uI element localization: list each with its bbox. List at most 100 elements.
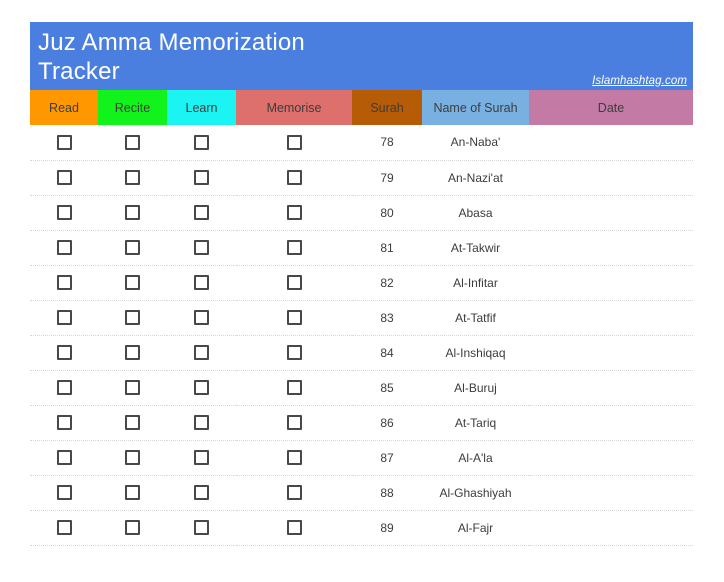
cell-surah: 88: [352, 475, 422, 511]
cell-date[interactable]: [529, 195, 693, 231]
cell-date[interactable]: [529, 230, 693, 266]
memorise-checkbox[interactable]: [286, 170, 302, 186]
learn-checkbox[interactable]: [194, 485, 209, 501]
memorise-checkbox[interactable]: [286, 520, 302, 536]
read-checkbox[interactable]: [56, 380, 72, 396]
cell-read: [30, 440, 98, 476]
memorise-checkbox[interactable]: [286, 380, 302, 396]
cell-name: Al-Infitar: [422, 265, 529, 301]
recite-checkbox[interactable]: [125, 485, 140, 501]
cell-learn: [167, 440, 236, 476]
learn-checkbox[interactable]: [194, 450, 209, 466]
column-header-name[interactable]: Name of Surah: [422, 90, 529, 125]
cell-surah: 79: [352, 160, 422, 196]
recite-checkbox[interactable]: [125, 134, 140, 150]
read-checkbox[interactable]: [56, 205, 72, 221]
cell-date[interactable]: [529, 160, 693, 196]
read-checkbox[interactable]: [56, 345, 72, 361]
read-checkbox[interactable]: [56, 485, 72, 501]
memorise-checkbox[interactable]: [286, 134, 302, 150]
learn-checkbox[interactable]: [194, 520, 209, 536]
table-row: 88 Al-Ghashiyah: [30, 475, 693, 511]
cell-date[interactable]: [529, 300, 693, 336]
cell-learn: [167, 125, 236, 161]
read-checkbox[interactable]: [56, 310, 72, 326]
cell-memorise: [236, 230, 352, 266]
cell-read: [30, 125, 98, 161]
memorise-checkbox[interactable]: [286, 310, 302, 326]
cell-surah: 83: [352, 300, 422, 336]
cell-date[interactable]: [529, 510, 693, 546]
cell-recite: [98, 265, 167, 301]
column-header-surah[interactable]: Surah: [352, 90, 422, 125]
read-checkbox[interactable]: [56, 240, 72, 256]
learn-checkbox[interactable]: [194, 240, 209, 256]
learn-checkbox[interactable]: [194, 275, 209, 291]
learn-checkbox[interactable]: [194, 415, 209, 431]
watermark-link[interactable]: Islamhashtag.com: [592, 75, 687, 87]
learn-checkbox[interactable]: [194, 170, 209, 186]
cell-learn: [167, 405, 236, 441]
recite-checkbox[interactable]: [125, 450, 140, 466]
cell-learn: [167, 475, 236, 511]
read-checkbox[interactable]: [56, 415, 72, 431]
cell-date[interactable]: [529, 335, 693, 371]
cell-date[interactable]: [529, 440, 693, 476]
column-header-read[interactable]: Read: [30, 90, 98, 125]
cell-name: Al-A'la: [422, 440, 529, 476]
learn-checkbox[interactable]: [194, 345, 209, 361]
learn-checkbox[interactable]: [194, 310, 209, 326]
column-header-memorise[interactable]: Memorise: [236, 90, 352, 125]
cell-learn: [167, 335, 236, 371]
cell-read: [30, 335, 98, 371]
table-row: 83 At-Tatfif: [30, 300, 693, 336]
table-row: 87 Al-A'la: [30, 440, 693, 476]
recite-checkbox[interactable]: [125, 415, 140, 431]
read-checkbox[interactable]: [56, 450, 72, 466]
memorise-checkbox[interactable]: [286, 485, 302, 501]
recite-checkbox[interactable]: [125, 275, 140, 291]
read-checkbox[interactable]: [56, 170, 72, 186]
cell-date[interactable]: [529, 370, 693, 406]
column-header-date[interactable]: Date: [529, 90, 693, 125]
recite-checkbox[interactable]: [125, 170, 140, 186]
memorise-checkbox[interactable]: [286, 415, 302, 431]
memorise-checkbox[interactable]: [286, 345, 302, 361]
learn-checkbox[interactable]: [194, 380, 209, 396]
recite-checkbox[interactable]: [125, 205, 140, 221]
column-header-learn[interactable]: Learn: [167, 90, 236, 125]
read-checkbox[interactable]: [56, 134, 72, 150]
cell-recite: [98, 370, 167, 406]
memorise-checkbox[interactable]: [286, 275, 302, 291]
recite-checkbox[interactable]: [125, 310, 140, 326]
memorise-checkbox[interactable]: [286, 450, 302, 466]
cell-memorise: [236, 160, 352, 196]
cell-date[interactable]: [529, 475, 693, 511]
cell-surah: 82: [352, 265, 422, 301]
cell-recite: [98, 335, 167, 371]
cell-learn: [167, 230, 236, 266]
read-checkbox[interactable]: [56, 275, 72, 291]
cell-surah: 81: [352, 230, 422, 266]
recite-checkbox[interactable]: [125, 380, 140, 396]
cell-read: [30, 405, 98, 441]
recite-checkbox[interactable]: [125, 520, 140, 536]
cell-memorise: [236, 300, 352, 336]
recite-checkbox[interactable]: [125, 240, 140, 256]
cell-memorise: [236, 370, 352, 406]
memorise-checkbox[interactable]: [286, 205, 302, 221]
table-row: 79 An-Nazi'at: [30, 160, 693, 196]
memorise-checkbox[interactable]: [286, 240, 302, 256]
cell-date[interactable]: [529, 405, 693, 441]
column-header-recite[interactable]: Recite: [98, 90, 167, 125]
cell-date[interactable]: [529, 265, 693, 301]
cell-recite: [98, 230, 167, 266]
cell-recite: [98, 440, 167, 476]
recite-checkbox[interactable]: [125, 345, 140, 361]
cell-read: [30, 510, 98, 546]
tracker-sheet: Juz Amma Memorization Tracker Islamhasht…: [30, 22, 693, 582]
read-checkbox[interactable]: [56, 520, 72, 536]
cell-date[interactable]: [529, 125, 693, 161]
learn-checkbox[interactable]: [194, 205, 209, 221]
learn-checkbox[interactable]: [194, 134, 209, 150]
